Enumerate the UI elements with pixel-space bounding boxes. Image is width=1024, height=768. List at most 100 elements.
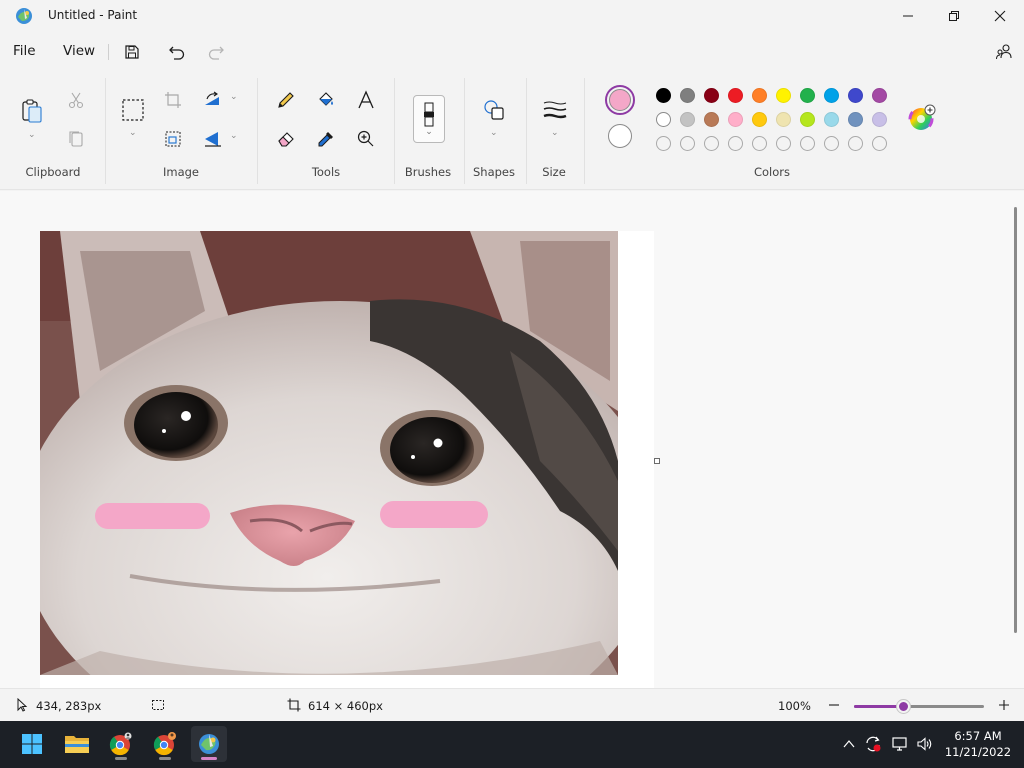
cat-face-image[interactable] <box>40 231 618 675</box>
shapes-dropdown-chevron-icon[interactable]: ⌄ <box>490 128 498 138</box>
palette-color-swatch[interactable] <box>776 88 791 103</box>
flip-dropdown-chevron-icon[interactable]: ⌄ <box>230 131 238 141</box>
chrome-taskbar-button[interactable] <box>103 726 139 762</box>
folder-icon <box>65 736 89 753</box>
people-icon <box>996 44 1012 60</box>
palette-color-swatch[interactable] <box>800 88 815 103</box>
minimize-button[interactable] <box>885 0 931 32</box>
rotate-button[interactable] <box>199 86 227 114</box>
palette-color-swatch[interactable] <box>752 88 767 103</box>
windows-taskbar: 6:57 AM 11/21/2022 <box>0 721 1024 768</box>
custom-color-slot[interactable] <box>680 136 695 151</box>
undo-button[interactable] <box>165 40 189 64</box>
custom-color-slot[interactable] <box>824 136 839 151</box>
shapes-button[interactable] <box>480 96 508 124</box>
palette-color-swatch[interactable] <box>704 88 719 103</box>
select-dropdown-chevron-icon[interactable]: ⌄ <box>129 128 137 138</box>
chevron-up-icon <box>843 740 855 748</box>
close-icon <box>994 10 1006 22</box>
custom-color-slot[interactable] <box>656 136 671 151</box>
palette-color-swatch[interactable] <box>824 88 839 103</box>
sync-tray-icon[interactable] <box>864 735 882 753</box>
status-bar: 434, 283px 614 × 460px 100% <box>0 688 1024 721</box>
redo-button[interactable] <box>204 40 228 64</box>
paste-button[interactable] <box>18 96 46 126</box>
palette-color-swatch[interactable] <box>656 88 671 103</box>
zoom-out-button[interactable] <box>826 697 842 713</box>
custom-color-slot[interactable] <box>728 136 743 151</box>
edit-colors-button[interactable] <box>908 104 936 132</box>
palette-color-swatch[interactable] <box>824 112 839 127</box>
resize-button[interactable] <box>159 125 187 153</box>
palette-color-swatch[interactable] <box>848 112 863 127</box>
text-tool-button[interactable] <box>352 86 380 114</box>
primary-color-selector[interactable] <box>605 85 635 115</box>
taskbar-clock[interactable]: 6:57 AM 11/21/2022 <box>940 728 1016 760</box>
file-menu[interactable]: File <box>13 43 36 59</box>
palette-color-swatch[interactable] <box>680 112 695 127</box>
custom-color-slot[interactable] <box>704 136 719 151</box>
close-button[interactable] <box>977 0 1023 32</box>
rectangle-select-icon <box>122 99 144 121</box>
magnifier-tool-button[interactable] <box>352 125 380 153</box>
palette-color-swatch[interactable] <box>704 112 719 127</box>
chrome-profile-taskbar-button[interactable] <box>147 726 183 762</box>
secondary-color-selector[interactable] <box>608 124 632 148</box>
rotate-dropdown-chevron-icon[interactable]: ⌄ <box>230 92 238 102</box>
fill-bucket-icon <box>319 92 333 106</box>
zoom-slider-thumb[interactable] <box>896 700 910 713</box>
show-hidden-icons-button[interactable] <box>840 735 858 753</box>
save-button[interactable] <box>120 40 144 64</box>
custom-color-slot[interactable] <box>848 136 863 151</box>
size-button[interactable] <box>541 96 569 124</box>
cursor-position: 434, 283px <box>36 699 102 713</box>
pencil-tool-button[interactable] <box>272 86 300 114</box>
custom-color-slot[interactable] <box>776 136 791 151</box>
ribbon-divider <box>257 78 258 184</box>
palette-color-swatch[interactable] <box>776 112 791 127</box>
copy-button[interactable] <box>62 125 90 153</box>
custom-color-slot[interactable] <box>800 136 815 151</box>
canvas-workspace[interactable] <box>0 191 1024 689</box>
shapes-group-label: Shapes <box>472 165 515 179</box>
size-dropdown-chevron-icon[interactable]: ⌄ <box>551 128 559 138</box>
eyedropper-icon <box>318 132 333 147</box>
zoom-slider[interactable] <box>854 700 984 713</box>
palette-color-swatch[interactable] <box>848 88 863 103</box>
crop-button[interactable] <box>159 86 187 114</box>
canvas-resize-handle[interactable] <box>654 458 660 464</box>
palette-color-swatch[interactable] <box>872 112 887 127</box>
file-explorer-taskbar-button[interactable] <box>59 726 95 762</box>
ribbon-divider <box>394 78 395 184</box>
paint-taskbar-button[interactable] <box>191 726 227 762</box>
palette-color-swatch[interactable] <box>728 112 743 127</box>
view-menu[interactable]: View <box>63 43 95 59</box>
network-tray-icon[interactable] <box>891 735 909 753</box>
cut-button[interactable] <box>62 86 90 114</box>
drawing-canvas[interactable] <box>40 231 654 689</box>
brushes-button[interactable]: ⌄ <box>413 95 445 143</box>
custom-color-slot[interactable] <box>752 136 767 151</box>
custom-color-slot[interactable] <box>872 136 887 151</box>
brushes-group-label: Brushes <box>404 165 452 179</box>
flip-button[interactable] <box>199 125 227 153</box>
eraser-tool-button[interactable] <box>272 125 300 153</box>
start-button[interactable] <box>14 726 50 762</box>
vertical-scrollbar[interactable] <box>1014 207 1017 633</box>
restore-button[interactable] <box>931 0 977 32</box>
zoom-in-button[interactable] <box>996 697 1012 713</box>
account-button[interactable] <box>992 40 1016 64</box>
volume-tray-icon[interactable] <box>916 735 934 753</box>
fill-tool-button[interactable] <box>312 86 340 114</box>
palette-color-swatch[interactable] <box>680 88 695 103</box>
palette-color-swatch[interactable] <box>800 112 815 127</box>
palette-color-swatch[interactable] <box>728 88 743 103</box>
paste-dropdown-chevron-icon[interactable]: ⌄ <box>28 130 36 140</box>
crop-icon <box>165 92 181 108</box>
running-indicator <box>159 757 171 760</box>
palette-color-swatch[interactable] <box>656 112 671 127</box>
palette-color-swatch[interactable] <box>752 112 767 127</box>
palette-color-swatch[interactable] <box>872 88 887 103</box>
color-picker-tool-button[interactable] <box>312 125 340 153</box>
select-button[interactable] <box>119 96 147 124</box>
